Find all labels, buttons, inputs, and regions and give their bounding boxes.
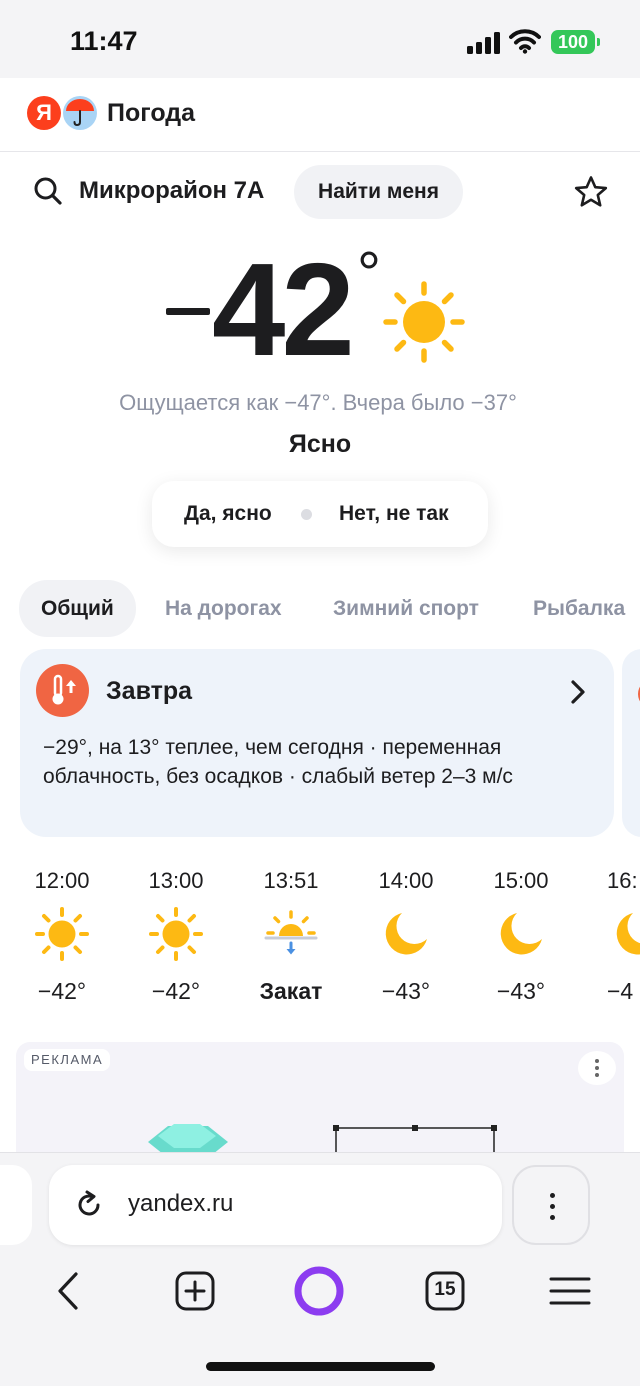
sun-icon — [35, 907, 89, 961]
separator-dot — [301, 509, 312, 520]
moon-icon — [500, 913, 542, 955]
hour-temperature: −43° — [381, 978, 431, 1004]
location-name[interactable]: Микрорайон 7А — [79, 177, 264, 205]
hour-time: 15:00 — [493, 868, 549, 893]
hour-time: 16: — [607, 868, 638, 893]
tomorrow-title: Завтра — [106, 677, 193, 705]
tomorrow-summary: −29°, на 13° теплее, чем сегодня · перем… — [43, 736, 513, 788]
feedback-no-button[interactable]: Нет, не так — [339, 502, 449, 526]
hour-temperature: −4 — [607, 978, 634, 1004]
tabs-counter[interactable]: 15 — [420, 1266, 470, 1316]
condition-text: Ясно — [288, 430, 352, 458]
alice-assistant-icon[interactable] — [294, 1266, 344, 1316]
cellular-signal-icon — [467, 32, 501, 54]
sun-icon — [383, 281, 465, 363]
thermometer-up-icon — [36, 664, 89, 717]
more-options-button[interactable] — [512, 1165, 590, 1245]
hour-time: 14:00 — [378, 868, 434, 893]
hourly-item[interactable]: 13:51 Закат — [236, 866, 346, 1006]
next-card-peek[interactable] — [622, 649, 640, 837]
url-text[interactable]: yandex.ru — [128, 1190, 233, 1218]
hourly-item[interactable]: 16: −4 — [581, 866, 640, 1006]
sunset-icon — [264, 910, 318, 955]
hour-sunset-label: Закат — [259, 978, 323, 1004]
hourly-item[interactable]: 13:00 −42° — [121, 866, 231, 1006]
search-icon[interactable] — [33, 176, 63, 206]
hour-temperature: −42° — [151, 978, 201, 1004]
star-icon[interactable] — [573, 174, 609, 210]
hour-temperature: −42° — [37, 978, 87, 1004]
moon-icon — [385, 913, 427, 955]
app-title: Погода — [107, 99, 196, 127]
ad-label: РЕКЛАМА — [24, 1049, 111, 1071]
reload-icon[interactable] — [73, 1189, 105, 1221]
address-bar[interactable] — [49, 1165, 502, 1245]
tab-fishing[interactable]: Рыбалка — [533, 580, 625, 637]
feedback-panel: Да, ясно Нет, не так — [152, 481, 488, 547]
current-temperature: 42 — [212, 236, 355, 383]
sun-icon — [149, 907, 203, 961]
home-indicator[interactable] — [206, 1362, 435, 1371]
ad-more-options-icon[interactable] — [578, 1051, 616, 1085]
back-icon[interactable] — [44, 1266, 94, 1316]
tab-winter-sport[interactable]: Зимний спорт — [333, 580, 479, 637]
previous-tab-preview[interactable] — [0, 1165, 32, 1245]
hourly-item[interactable]: 15:00 −43° — [466, 866, 576, 1006]
hour-temperature: −43° — [496, 978, 546, 1004]
hour-time: 13:51 — [263, 868, 319, 893]
temperature-minus-sign — [166, 308, 210, 315]
status-time: 11:47 — [70, 26, 138, 56]
battery-indicator: 100 — [551, 30, 600, 54]
hour-time: 12:00 — [34, 868, 90, 893]
find-me-button[interactable]: Найти меня — [294, 165, 463, 219]
wifi-icon — [509, 29, 541, 54]
hourly-item[interactable]: 12:00 −42° — [7, 866, 117, 1006]
chevron-right-icon[interactable] — [566, 679, 590, 705]
feedback-yes-button[interactable]: Да, ясно — [184, 502, 272, 526]
tab-roads[interactable]: На дорогах — [165, 580, 282, 637]
yandex-logo[interactable]: Я — [27, 96, 61, 130]
hour-time: 13:00 — [148, 868, 204, 893]
moon-icon — [616, 913, 640, 955]
tabs-count: 15 — [434, 1279, 456, 1300]
feels-like-text: Ощущается как −47°. Вчера было −37° — [119, 390, 517, 415]
hourly-item[interactable]: 14:00 −43° — [351, 866, 461, 1006]
tab-general[interactable]: Общий — [19, 580, 136, 637]
new-tab-icon[interactable] — [170, 1266, 220, 1316]
degree-sign: ° — [357, 240, 381, 307]
umbrella-logo-icon[interactable] — [63, 96, 97, 130]
menu-icon[interactable] — [545, 1266, 595, 1316]
